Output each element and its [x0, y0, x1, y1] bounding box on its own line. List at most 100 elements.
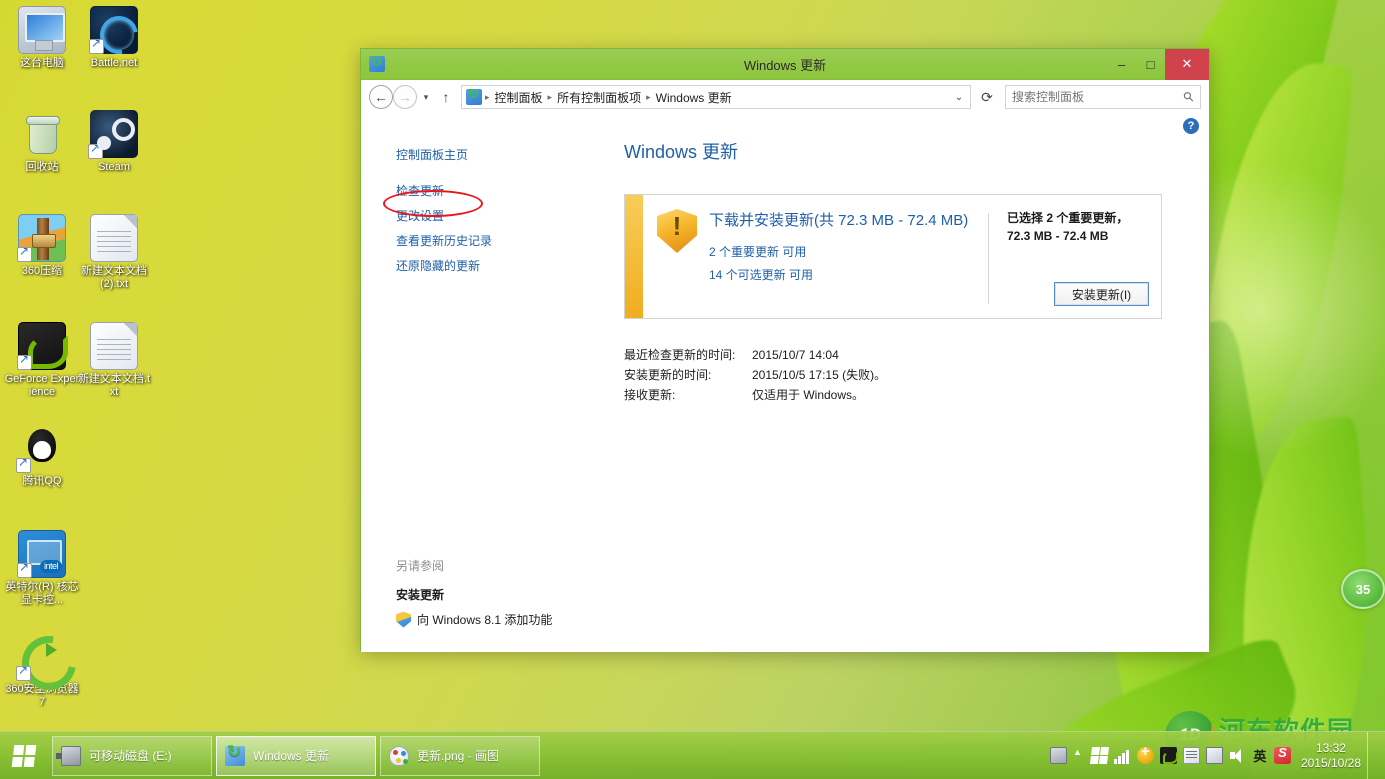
search-input[interactable] — [1012, 90, 1185, 104]
taskbar-item-paint[interactable]: 更新.png - 画图 — [380, 735, 540, 776]
status-row: 最近检查更新的时间: 2015/10/7 14:04 — [624, 345, 1179, 365]
maximize-button[interactable]: □ — [1136, 49, 1165, 80]
windows-update-icon — [225, 742, 245, 766]
desktop-icon-textfile-2[interactable]: 新建文本文档 (2).txt — [76, 214, 152, 291]
panel-right-column: 已选择 2 个重要更新，72.3 MB - 72.4 MB 安装更新(I) — [1007, 209, 1149, 308]
desktop: 这台电脑 Battle.net 回收站 Steam 360压缩 — [0, 0, 1385, 779]
desktop-icon-layer: 这台电脑 Battle.net 回收站 Steam 360压缩 — [0, 0, 170, 720]
see-also-title: 另请参阅 — [396, 559, 445, 573]
360-zip-icon — [17, 214, 66, 262]
network-signal-icon[interactable] — [1113, 747, 1131, 764]
panel-heading: 下载并安装更新(共 72.3 MB - 72.4 MB) — [709, 212, 969, 229]
minimize-button[interactable]: – — [1107, 49, 1136, 80]
breadcrumb-item-control-panel[interactable]: 控制面板 — [491, 87, 547, 108]
taskbar-item-label: 更新.png - 画图 — [417, 749, 500, 763]
window-title: Windows 更新 — [743, 57, 827, 73]
important-updates-link[interactable]: 2 个重要更新 可用 — [709, 240, 984, 263]
usb-eject-icon[interactable] — [1049, 747, 1067, 764]
desktop-icon-recycle-bin[interactable]: 回收站 — [4, 110, 80, 174]
help-icon[interactable]: ? — [1183, 118, 1199, 134]
desktop-icon-label: 新建文本文档 (2).txt — [81, 265, 147, 290]
360-safe-icon[interactable] — [1136, 743, 1154, 764]
paint-icon — [389, 745, 409, 766]
taskbar-item-label: 可移动磁盘 (E:) — [89, 749, 172, 763]
sogou-ime-icon[interactable] — [1273, 745, 1291, 764]
shortcut-arrow-icon — [17, 245, 32, 262]
start-button[interactable] — [0, 732, 48, 779]
desktop-icon-label: 新建文本文档.txt — [77, 373, 151, 398]
status-value: 仅适用于 Windows。 — [752, 388, 865, 402]
shortcut-arrow-icon — [17, 353, 32, 370]
sidebar-item-check-updates[interactable]: 检查更新 — [361, 178, 616, 203]
window-controls: – □ ✕ — [1107, 48, 1209, 80]
this-pc-icon — [18, 6, 66, 54]
status-row: 安装更新的时间: 2015/10/5 17:15 (失败)。 — [624, 365, 1179, 385]
intel-graphics-icon — [17, 530, 66, 578]
status-value: 2015/10/7 14:04 — [752, 348, 839, 362]
breadcrumb-item-windows-update[interactable]: Windows 更新 — [652, 87, 736, 108]
sidebar-item-control-panel-home[interactable]: 控制面板主页 — [361, 142, 616, 167]
taskbar-item-removable-disk[interactable]: 可移动磁盘 (E:) — [52, 735, 212, 776]
taskbar-item-label: Windows 更新 — [253, 749, 330, 763]
desktop-icon-steam[interactable]: Steam — [76, 110, 152, 174]
show-desktop-button[interactable] — [1367, 731, 1375, 779]
ime-indicator[interactable]: 英 — [1252, 746, 1268, 765]
show-hidden-icons-icon[interactable] — [1073, 747, 1085, 762]
recent-locations-dropdown-icon[interactable]: ▾ — [417, 85, 435, 109]
optional-updates-link[interactable]: 14 个可选更新 可用 — [709, 263, 984, 286]
up-button[interactable]: ↑ — [435, 85, 457, 109]
battery-icon[interactable] — [1205, 747, 1223, 764]
search-box[interactable]: ⚲ — [1005, 85, 1201, 109]
desktop-icon-tencent-qq[interactable]: 腾讯QQ — [4, 424, 80, 488]
status-row: 接收更新: 仅适用于 Windows。 — [624, 385, 1179, 405]
desktop-icon-intel-graphics[interactable]: 英特尔(R) 核芯显卡控... — [4, 530, 80, 607]
status-list: 最近检查更新的时间: 2015/10/7 14:04 安装更新的时间: 2015… — [624, 345, 1179, 405]
windows-update-icon — [369, 53, 385, 72]
sidebar-item-view-history[interactable]: 查看更新历史记录 — [361, 228, 616, 253]
address-bar[interactable]: ▸ 控制面板 ▸ 所有控制面板项 ▸ Windows 更新 ⌄ — [461, 85, 971, 109]
refresh-button[interactable]: ⟳ — [975, 85, 999, 109]
back-button[interactable]: ← — [369, 85, 393, 109]
windows-start-icon — [11, 744, 37, 767]
battlenet-icon — [89, 6, 138, 54]
forward-button[interactable]: → — [393, 85, 417, 109]
desktop-icon-360zip[interactable]: 360压缩 — [4, 214, 80, 278]
status-label: 安装更新的时间: — [624, 368, 712, 382]
sidebar-item-restore-hidden[interactable]: 还原隐藏的更新 — [361, 253, 616, 278]
geforce-experience-icon — [17, 322, 68, 370]
nvidia-icon[interactable] — [1159, 747, 1178, 764]
shortcut-arrow-icon — [16, 456, 31, 473]
see-also-item-label: 向 Windows 8.1 添加功能 — [417, 613, 553, 627]
sidebar-item-change-settings[interactable]: 更改设置 — [361, 203, 616, 228]
desktop-icon-this-pc[interactable]: 这台电脑 — [4, 6, 80, 70]
clock-time: 13:32 — [1315, 740, 1346, 755]
install-updates-button[interactable]: 安装更新(I) — [1054, 282, 1149, 306]
volume-icon[interactable] — [1229, 747, 1246, 764]
see-also-item-install-updates[interactable]: 安装更新 — [361, 582, 616, 607]
see-also-section: 另请参阅 安装更新 向 Windows 8.1 添加功能 — [361, 553, 616, 632]
desktop-icon-battlenet[interactable]: Battle.net — [76, 6, 152, 70]
side-badge[interactable]: 35 — [1341, 569, 1385, 609]
clock[interactable]: 13:32 2015/10/28 — [1301, 741, 1361, 771]
desktop-icon-label: 360压缩 — [21, 265, 63, 277]
panel-inner: 下载并安装更新(共 72.3 MB - 72.4 MB) 2 个重要更新 可用 … — [643, 195, 1161, 318]
navigation-bar: ← → ▾ ↑ ▸ 控制面板 ▸ 所有控制面板项 ▸ Windows 更新 ⌄ … — [361, 80, 1209, 114]
chevron-down-icon[interactable]: ⌄ — [950, 86, 968, 108]
desktop-icon-label: GeForce Experience — [4, 373, 80, 398]
taskbar-item-windows-update[interactable]: Windows 更新 — [216, 735, 376, 776]
breadcrumb-item-all-items[interactable]: 所有控制面板项 — [553, 87, 645, 108]
recycle-bin-icon — [18, 110, 66, 158]
taskbar: 可移动磁盘 (E:) Windows 更新 更新.png - 画图 英 13:3… — [0, 731, 1385, 779]
document-icon[interactable] — [1182, 747, 1200, 764]
desktop-icon-360-browser[interactable]: 360安全浏览器7 — [4, 632, 80, 709]
close-button[interactable]: ✕ — [1165, 48, 1209, 80]
desktop-icon-textfile[interactable]: 新建文本文档.txt — [76, 322, 152, 399]
windows-logo-icon[interactable] — [1089, 747, 1109, 764]
desktop-icon-label: 这台电脑 — [20, 57, 64, 69]
see-also-item-add-features[interactable]: 向 Windows 8.1 添加功能 — [361, 607, 616, 632]
desktop-icon-geforce-experience[interactable]: GeForce Experience — [4, 322, 80, 399]
page-title: Windows 更新 — [624, 142, 739, 162]
desktop-icon-label: Battle.net — [90, 57, 138, 69]
window-titlebar[interactable]: Windows 更新 – □ ✕ — [361, 48, 1209, 80]
